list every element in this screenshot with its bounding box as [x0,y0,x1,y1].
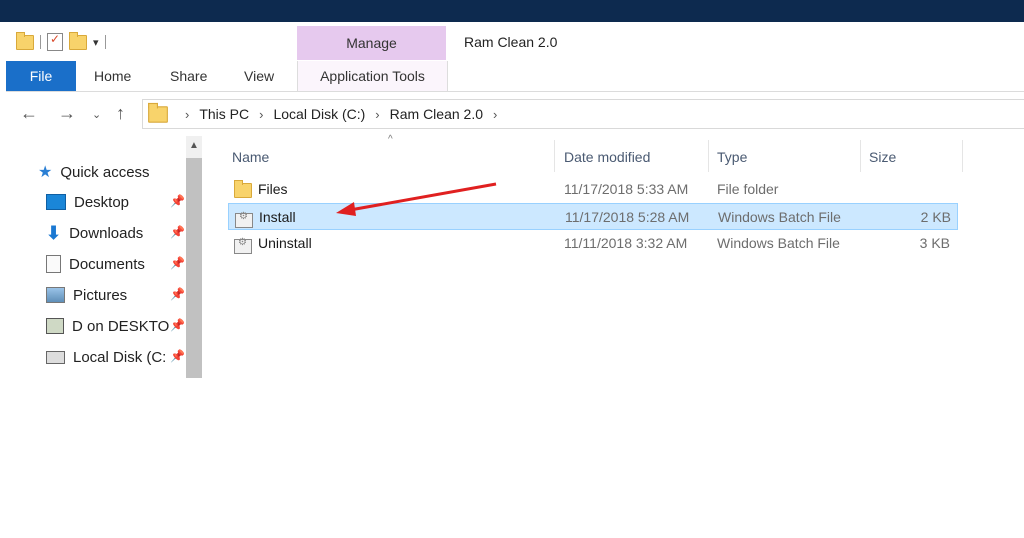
chevron-right-icon[interactable]: › [493,107,497,122]
star-icon: ★ [38,164,53,181]
column-header-date-modified[interactable]: Date modified [564,142,650,172]
properties-icon[interactable] [47,32,63,51]
desktop-icon [46,194,66,210]
scrollbar-thumb[interactable] [186,158,202,378]
tab-file[interactable]: File [6,61,76,91]
column-header-name[interactable]: Name [232,142,269,172]
annotation-arrow-icon [336,182,497,216]
sidebar-item-label: Quick access [60,163,150,181]
batch-file-icon [234,237,252,254]
file-explorer-window: ▾ Manage Ram Clean 2.0 File Home Share V… [6,22,1024,378]
column-divider[interactable] [554,140,555,172]
desktop-background [0,0,1024,22]
nav-pane-scrollbar[interactable]: ▲ [186,136,202,378]
back-arrow-icon[interactable]: ← [20,103,38,124]
scroll-up-icon[interactable]: ▲ [189,140,199,151]
column-divider[interactable] [860,140,861,172]
file-name: Install [259,208,296,225]
table-row[interactable]: Uninstall 11/11/2018 3:32 AM Windows Bat… [228,230,956,255]
documents-icon [46,255,61,273]
recent-locations-chevron-icon[interactable]: ⌄ [92,108,101,121]
local-disk-icon [46,350,65,364]
folder-icon[interactable] [16,31,34,50]
toolbar-divider [40,35,41,49]
file-type: Windows Batch File [718,208,841,225]
sidebar-item-desktop[interactable]: Desktop 📌 [46,190,185,214]
chevron-right-icon[interactable]: › [375,107,379,122]
file-type: File folder [717,180,779,197]
sidebar-item-documents[interactable]: Documents 📌 [46,252,185,276]
sidebar-item-network-drive[interactable]: D on DESKTO 📌 [46,314,185,338]
manage-tab-group: Manage [297,26,446,60]
folder-icon [234,180,252,198]
sidebar-item-downloads[interactable]: ⬇ Downloads 📌 [46,221,185,245]
file-size: 2 KB [920,208,951,225]
column-divider[interactable] [708,140,709,172]
pin-icon[interactable]: 📌 [170,256,185,270]
column-header-size[interactable]: Size [869,142,896,172]
file-name: Files [258,180,288,197]
sidebar-item-label: Documents [69,255,145,273]
file-name: Uninstall [258,234,312,251]
sort-ascending-icon: ^ [388,134,393,145]
file-date-modified: 11/17/2018 5:33 AM [564,180,689,197]
file-date-modified: 11/11/2018 3:32 AM [564,234,688,251]
sidebar-item-local-disk[interactable]: Local Disk (C: 📌 [46,345,185,369]
pin-icon[interactable]: 📌 [170,287,185,301]
navigation-bar: ← → ⌄ ↑ › This PC › Local Disk (C:) › Ra… [6,99,1024,129]
sidebar-item-label: D on DESKTO [72,317,170,335]
sidebar-item-label: Pictures [73,286,128,304]
navigation-pane: ★ Quick access Desktop 📌 ⬇ Downloads 📌 D… [6,136,204,378]
chevron-right-icon[interactable]: › [259,107,263,122]
breadcrumb-local-disk[interactable]: Local Disk (C:) [273,106,365,122]
tab-share[interactable]: Share [170,61,207,91]
sidebar-item-label: Local Disk (C: [73,348,167,366]
pin-icon[interactable]: 📌 [170,194,185,208]
tab-application-tools[interactable]: Application Tools [297,61,448,91]
tab-view[interactable]: View [244,61,274,91]
tab-home[interactable]: Home [94,61,131,91]
window-title: Ram Clean 2.0 [464,34,558,50]
address-bar[interactable]: › This PC › Local Disk (C:) › Ram Clean … [142,99,1024,129]
downloads-icon: ⬇ [46,222,62,243]
file-type: Windows Batch File [717,234,840,251]
folder-icon [148,102,168,123]
file-list: ^ Name Date modified Type Size Files 11/… [224,134,1024,378]
sidebar-item-label: Downloads [69,224,144,242]
chevron-right-icon[interactable]: › [185,107,189,122]
pin-icon[interactable]: 📌 [170,225,185,239]
pin-icon[interactable]: 📌 [170,349,185,363]
pictures-icon [46,287,65,303]
pin-icon[interactable]: 📌 [170,318,185,332]
batch-file-icon [235,211,253,228]
quick-access-toolbar: ▾ [16,30,106,54]
new-folder-icon[interactable] [69,31,87,50]
breadcrumb-this-pc[interactable]: This PC [199,106,249,122]
sidebar-item-label: Desktop [74,193,130,211]
customize-toolbar-icon[interactable]: ▾ [93,36,99,49]
network-drive-icon [46,318,64,334]
column-divider[interactable] [962,140,963,172]
breadcrumb-ram-clean[interactable]: Ram Clean 2.0 [390,106,483,122]
sidebar-item-quick-access[interactable]: ★ Quick access [38,160,150,184]
column-header-type[interactable]: Type [717,142,747,172]
forward-arrow-icon[interactable]: → [58,103,76,124]
sidebar-item-pictures[interactable]: Pictures 📌 [46,283,185,307]
ribbon-tabs: File Home Share View Application Tools [6,61,1024,92]
file-date-modified: 11/17/2018 5:28 AM [565,208,690,225]
up-arrow-icon[interactable]: ↑ [116,103,125,124]
file-size: 3 KB [919,234,950,251]
toolbar-divider [104,35,106,49]
